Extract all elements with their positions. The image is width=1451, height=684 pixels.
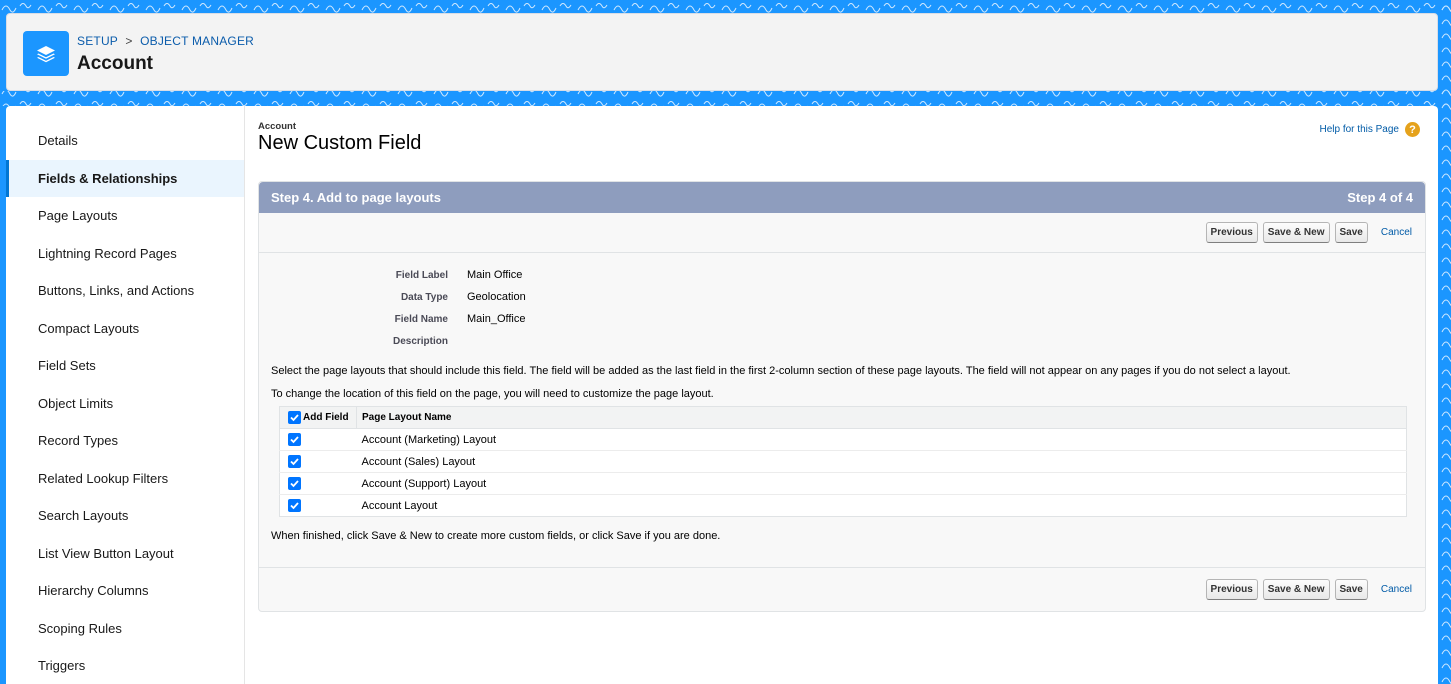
help-link[interactable]: Help for this Page ? — [1320, 122, 1420, 137]
select-all-checkbox[interactable] — [288, 411, 301, 424]
breadcrumb-separator: > — [125, 34, 133, 48]
breadcrumb: SETUP > OBJECT MANAGER — [77, 34, 254, 48]
save-new-button[interactable]: Save & New — [1262, 579, 1330, 600]
step-title: Step 4. Add to page layouts — [271, 190, 441, 205]
table-row: Account (Support) Layout — [279, 472, 1407, 495]
sidebar-item-fields-relationships[interactable]: Fields & Relationships — [6, 159, 244, 197]
field-summary-row: Field Name Main_Office — [259, 308, 1425, 330]
field-summary-label: Field Label — [395, 269, 448, 281]
sidebar-item-hierarchy-columns[interactable]: Hierarchy Columns — [6, 572, 244, 610]
step-header: Step 4. Add to page layouts Step 4 of 4 — [259, 182, 1425, 213]
layout-name-cell: Account (Marketing) Layout — [356, 428, 1407, 451]
field-summary-value: Main Office — [467, 269, 523, 281]
layout-checkbox[interactable] — [288, 499, 301, 512]
sidebar-item-record-types[interactable]: Record Types — [6, 422, 244, 460]
layout-checkbox[interactable] — [288, 477, 301, 490]
breadcrumb-object-manager[interactable]: OBJECT MANAGER — [140, 34, 254, 48]
save-new-button[interactable]: Save & New — [1262, 222, 1330, 243]
sidebar-list: Details Fields & Relationships Page Layout… — [6, 122, 244, 684]
sidebar-item-related-lookup-filters[interactable]: Related Lookup Filters — [6, 460, 244, 498]
field-summary-label: Description — [392, 335, 448, 347]
top-button-row: Previous Save & New Save Cancel — [259, 213, 1425, 253]
sidebar: Details Fields & Relationships Page Layout… — [6, 106, 245, 684]
add-field-cell — [279, 428, 357, 451]
cancel-link[interactable]: Cancel — [1381, 227, 1412, 238]
sidebar-item-list-view-button-layout[interactable]: List View Button Layout — [6, 535, 244, 573]
sidebar-item-lightning-record-pages[interactable]: Lightning Record Pages — [6, 235, 244, 273]
sidebar-item-scoping-rules[interactable]: Scoping Rules — [6, 610, 244, 648]
previous-button[interactable]: Previous — [1205, 222, 1258, 243]
previous-button[interactable]: Previous — [1205, 579, 1258, 600]
sidebar-item-field-sets[interactable]: Field Sets — [6, 347, 244, 385]
field-summary-value: Geolocation — [467, 291, 526, 303]
add-field-cell — [279, 450, 357, 473]
object-title: Account — [77, 53, 153, 74]
sidebar-item-page-layouts[interactable]: Page Layouts — [6, 197, 244, 235]
add-field-header-label: Add Field — [303, 412, 349, 423]
field-summary-row: Field Label Main Office — [259, 264, 1425, 286]
table-row: Account (Marketing) Layout — [279, 428, 1407, 451]
add-field-cell — [279, 472, 357, 495]
layout-checkbox[interactable] — [288, 455, 301, 468]
page-title: New Custom Field — [258, 132, 422, 154]
layout-instruction: Select the page layouts that should incl… — [271, 365, 1291, 377]
layout-name-cell: Account Layout — [361, 499, 438, 512]
sidebar-item-triggers[interactable]: Triggers — [6, 647, 244, 684]
finish-instruction: When finished, click Save & New to creat… — [271, 530, 721, 542]
layout-checkbox[interactable] — [288, 433, 301, 446]
page-object-label: Account — [258, 121, 296, 132]
help-icon[interactable]: ? — [1405, 122, 1420, 137]
main-content: Account New Custom Field Help for this P… — [245, 106, 1438, 684]
object-header: SETUP > OBJECT MANAGER Account — [6, 13, 1438, 91]
table-row: Account Layout — [280, 495, 1407, 517]
field-summary-row: Data Type Geolocation — [259, 286, 1425, 308]
table-header-row: Add Field Page Layout Name — [279, 406, 1407, 429]
field-summary-row: Description — [259, 330, 1425, 352]
field-summary-label: Data Type — [400, 291, 448, 303]
save-button[interactable]: Save — [1334, 579, 1368, 600]
field-summary: Field Label Main Office Data Type Geolocati… — [259, 264, 1425, 352]
field-summary-label: Field Name — [394, 313, 448, 325]
step-count: Step 4 of 4 — [1347, 190, 1413, 205]
layout-name-cell: Account (Support) Layout — [356, 472, 1407, 495]
page-layout-table: Add Field Page Layout Name Account (Mark… — [279, 406, 1407, 517]
field-summary-value: Main_Office — [467, 313, 526, 325]
table-row: Account (Sales) Layout — [279, 450, 1407, 473]
layers-icon — [23, 31, 69, 76]
bottom-button-row: Previous Save & New Save Cancel — [259, 567, 1425, 611]
save-button[interactable]: Save — [1334, 222, 1368, 243]
step-panel: Step 4. Add to page layouts Step 4 of 4 … — [258, 181, 1426, 612]
sidebar-item-details[interactable]: Details — [6, 122, 244, 160]
customize-instruction: To change the location of this field on … — [271, 388, 714, 400]
layout-name-header: Page Layout Name — [356, 406, 1407, 429]
layout-name-cell: Account (Sales) Layout — [356, 450, 1407, 473]
add-field-header: Add Field — [279, 406, 357, 429]
sidebar-item-object-limits[interactable]: Object Limits — [6, 385, 244, 423]
add-field-cell — [280, 495, 357, 517]
sidebar-item-compact-layouts[interactable]: Compact Layouts — [6, 310, 244, 348]
help-link-label[interactable]: Help for this Page — [1320, 124, 1400, 135]
cancel-link[interactable]: Cancel — [1381, 584, 1412, 595]
sidebar-item-buttons-links-and-actions[interactable]: Buttons, Links, and Actions — [6, 272, 244, 310]
sidebar-item-search-layouts[interactable]: Search Layouts — [6, 497, 244, 535]
breadcrumb-setup[interactable]: SETUP — [77, 34, 118, 48]
